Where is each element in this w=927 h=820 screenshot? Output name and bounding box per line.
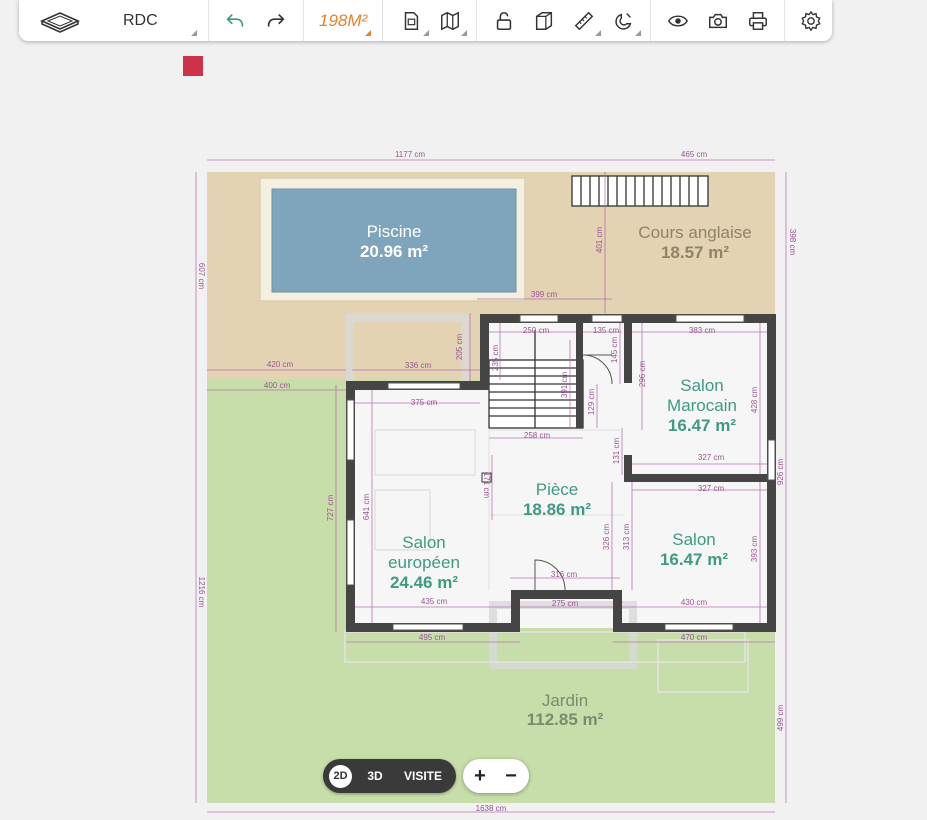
- zoom-controls: + −: [463, 759, 529, 793]
- dim-235: 235 cm: [491, 345, 500, 372]
- separator: [382, 0, 383, 41]
- room-area: 18.57 m²: [661, 243, 729, 262]
- room-name: Marocain: [667, 396, 737, 415]
- dim-727: 727 cm: [326, 495, 335, 522]
- room-area: 20.96 m²: [360, 242, 428, 261]
- dim-435: 435 cm: [421, 597, 448, 606]
- outdoor-stairs[interactable]: [571, 175, 709, 207]
- view-2d-button[interactable]: 2D: [329, 765, 352, 788]
- document-icon[interactable]: [396, 6, 426, 36]
- top-toolbar: RDC 198M²: [19, 0, 832, 41]
- dim-391: 391 cm: [560, 372, 569, 399]
- camera-icon[interactable]: [703, 6, 733, 36]
- printer-icon[interactable]: [743, 6, 773, 36]
- dropdown-indicator: [423, 30, 429, 36]
- dropdown-indicator: [461, 30, 467, 36]
- room-name: Piscine: [367, 222, 422, 241]
- view-mode-switch: 2D 3D VISITE: [323, 759, 456, 793]
- dim-171: 171 cm: [482, 472, 491, 499]
- dim-131: 131 cm: [612, 438, 621, 465]
- selection-marker[interactable]: [183, 56, 203, 76]
- room-name: Salon: [680, 376, 723, 395]
- dim-641: 641 cm: [362, 494, 371, 521]
- dim-399: 399 cm: [531, 290, 558, 299]
- dim-313: 313 cm: [622, 524, 631, 551]
- room-area: 18.86 m²: [523, 500, 591, 519]
- dim-bottom-total: 1638 cm: [476, 804, 507, 813]
- dim-420: 420 cm: [267, 360, 294, 369]
- zoom-in-button[interactable]: +: [465, 759, 495, 793]
- dim-327-lower: 327 cm: [698, 484, 725, 493]
- room-piscine[interactable]: Piscine 20.96 m²: [360, 222, 428, 261]
- dim-316: 316 cm: [551, 570, 578, 579]
- separator: [650, 0, 651, 41]
- dim-336: 336 cm: [405, 361, 432, 370]
- dim-275: 275 cm: [552, 599, 579, 608]
- area-dropdown-icon: [365, 30, 371, 36]
- redo-icon[interactable]: [261, 6, 291, 36]
- dim-right-house: 926 cm: [776, 459, 785, 486]
- dim-129: 129 cm: [587, 389, 596, 416]
- dim-470: 470 cm: [681, 633, 708, 642]
- dim-135: 135 cm: [593, 326, 620, 335]
- room-name: Salon: [402, 533, 445, 552]
- room-area: 16.47 m²: [660, 550, 728, 569]
- unlock-icon[interactable]: [489, 6, 519, 36]
- dropdown-indicator: [595, 30, 601, 36]
- dim-296: 296 cm: [638, 361, 647, 388]
- dim-top-right: 465 cm: [681, 150, 708, 159]
- room-name: Salon: [672, 530, 715, 549]
- room-area: 16.47 m²: [668, 416, 736, 435]
- dim-400: 400 cm: [264, 381, 291, 390]
- separator: [784, 0, 785, 41]
- separator: [303, 0, 304, 41]
- cube-icon[interactable]: [529, 6, 559, 36]
- undo-icon[interactable]: [220, 6, 250, 36]
- dim-327-upper: 327 cm: [698, 453, 725, 462]
- gear-icon[interactable]: [796, 6, 826, 36]
- room-name: Jardin: [542, 691, 588, 710]
- view-3d-button[interactable]: 3D: [363, 759, 387, 793]
- dim-left-top: 607 cm: [197, 263, 206, 290]
- dim-326: 326 cm: [602, 524, 611, 551]
- floor-selector[interactable]: RDC: [123, 12, 158, 30]
- dim-430: 430 cm: [681, 598, 708, 607]
- dim-401: 401 cm: [595, 227, 604, 254]
- dim-top-total: 1177 cm: [395, 150, 425, 159]
- room-name: Cours anglaise: [638, 223, 751, 242]
- floor-plan[interactable]: 1177 cm 465 cm 398 cm 607 cm 1216 cm 163…: [0, 0, 927, 820]
- dim-375: 375 cm: [411, 398, 438, 407]
- dim-428: 428 cm: [750, 387, 759, 414]
- dim-258: 258 cm: [524, 431, 551, 440]
- dim-383: 383 cm: [689, 326, 716, 335]
- separator: [476, 0, 477, 41]
- zoom-out-button[interactable]: −: [496, 759, 526, 793]
- dim-right-top: 398 cm: [788, 229, 797, 256]
- dim-393: 393 cm: [750, 536, 759, 563]
- dim-495: 495 cm: [419, 633, 446, 642]
- eye-icon[interactable]: [663, 6, 693, 36]
- view-visite-button[interactable]: VISITE: [399, 759, 447, 793]
- dim-145: 145 cm: [610, 337, 619, 364]
- floor-dropdown-icon: [191, 30, 197, 36]
- floor-plan-icon[interactable]: [37, 6, 83, 36]
- room-name: européen: [388, 553, 460, 572]
- room-name: Pièce: [536, 480, 579, 499]
- room-area: 24.46 m²: [390, 573, 458, 592]
- room-area: 112.85 m²: [527, 710, 604, 729]
- dim-250: 250 cm: [523, 326, 550, 335]
- surface-area[interactable]: 198M²: [319, 11, 367, 31]
- dim-right-bottom: 499 cm: [776, 705, 785, 732]
- dropdown-indicator: [635, 30, 641, 36]
- dim-left-bottom: 1216 cm: [197, 577, 206, 608]
- dim-205: 205 cm: [455, 334, 464, 361]
- separator: [208, 0, 209, 41]
